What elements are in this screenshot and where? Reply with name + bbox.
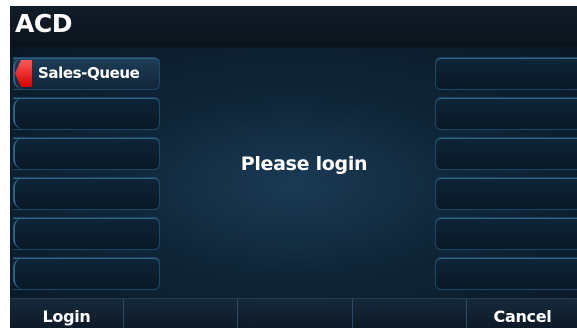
phone-screen: ACD Sales-Queue Please login Login Cance…	[10, 6, 577, 328]
line-key-2[interactable]	[13, 97, 160, 130]
line-key-3[interactable]	[13, 137, 160, 170]
right-key-1[interactable]	[435, 57, 577, 90]
right-key-6[interactable]	[435, 257, 577, 290]
line-key-6[interactable]	[13, 257, 160, 290]
softkey-4[interactable]	[353, 299, 467, 328]
content-area: Sales-Queue Please login	[10, 48, 577, 298]
right-key-5[interactable]	[435, 217, 577, 250]
line-key-5[interactable]	[13, 217, 160, 250]
line-key-1[interactable]: Sales-Queue	[13, 57, 160, 90]
softkey-3[interactable]	[239, 299, 353, 328]
screen-title: ACD	[15, 9, 72, 38]
softkey-login[interactable]: Login	[10, 299, 124, 328]
status-message: Please login	[240, 153, 368, 175]
softkey-2[interactable]	[124, 299, 238, 328]
title-bar: ACD	[10, 6, 577, 46]
softkey-bar: Login Cancel	[10, 298, 577, 328]
right-key-3[interactable]	[435, 137, 577, 170]
active-indicator-icon	[15, 60, 32, 87]
line-key-label: Sales-Queue	[38, 64, 140, 82]
line-key-4[interactable]	[13, 177, 160, 210]
right-key-2[interactable]	[435, 97, 577, 130]
right-key-4[interactable]	[435, 177, 577, 210]
softkey-cancel[interactable]: Cancel	[468, 299, 577, 328]
